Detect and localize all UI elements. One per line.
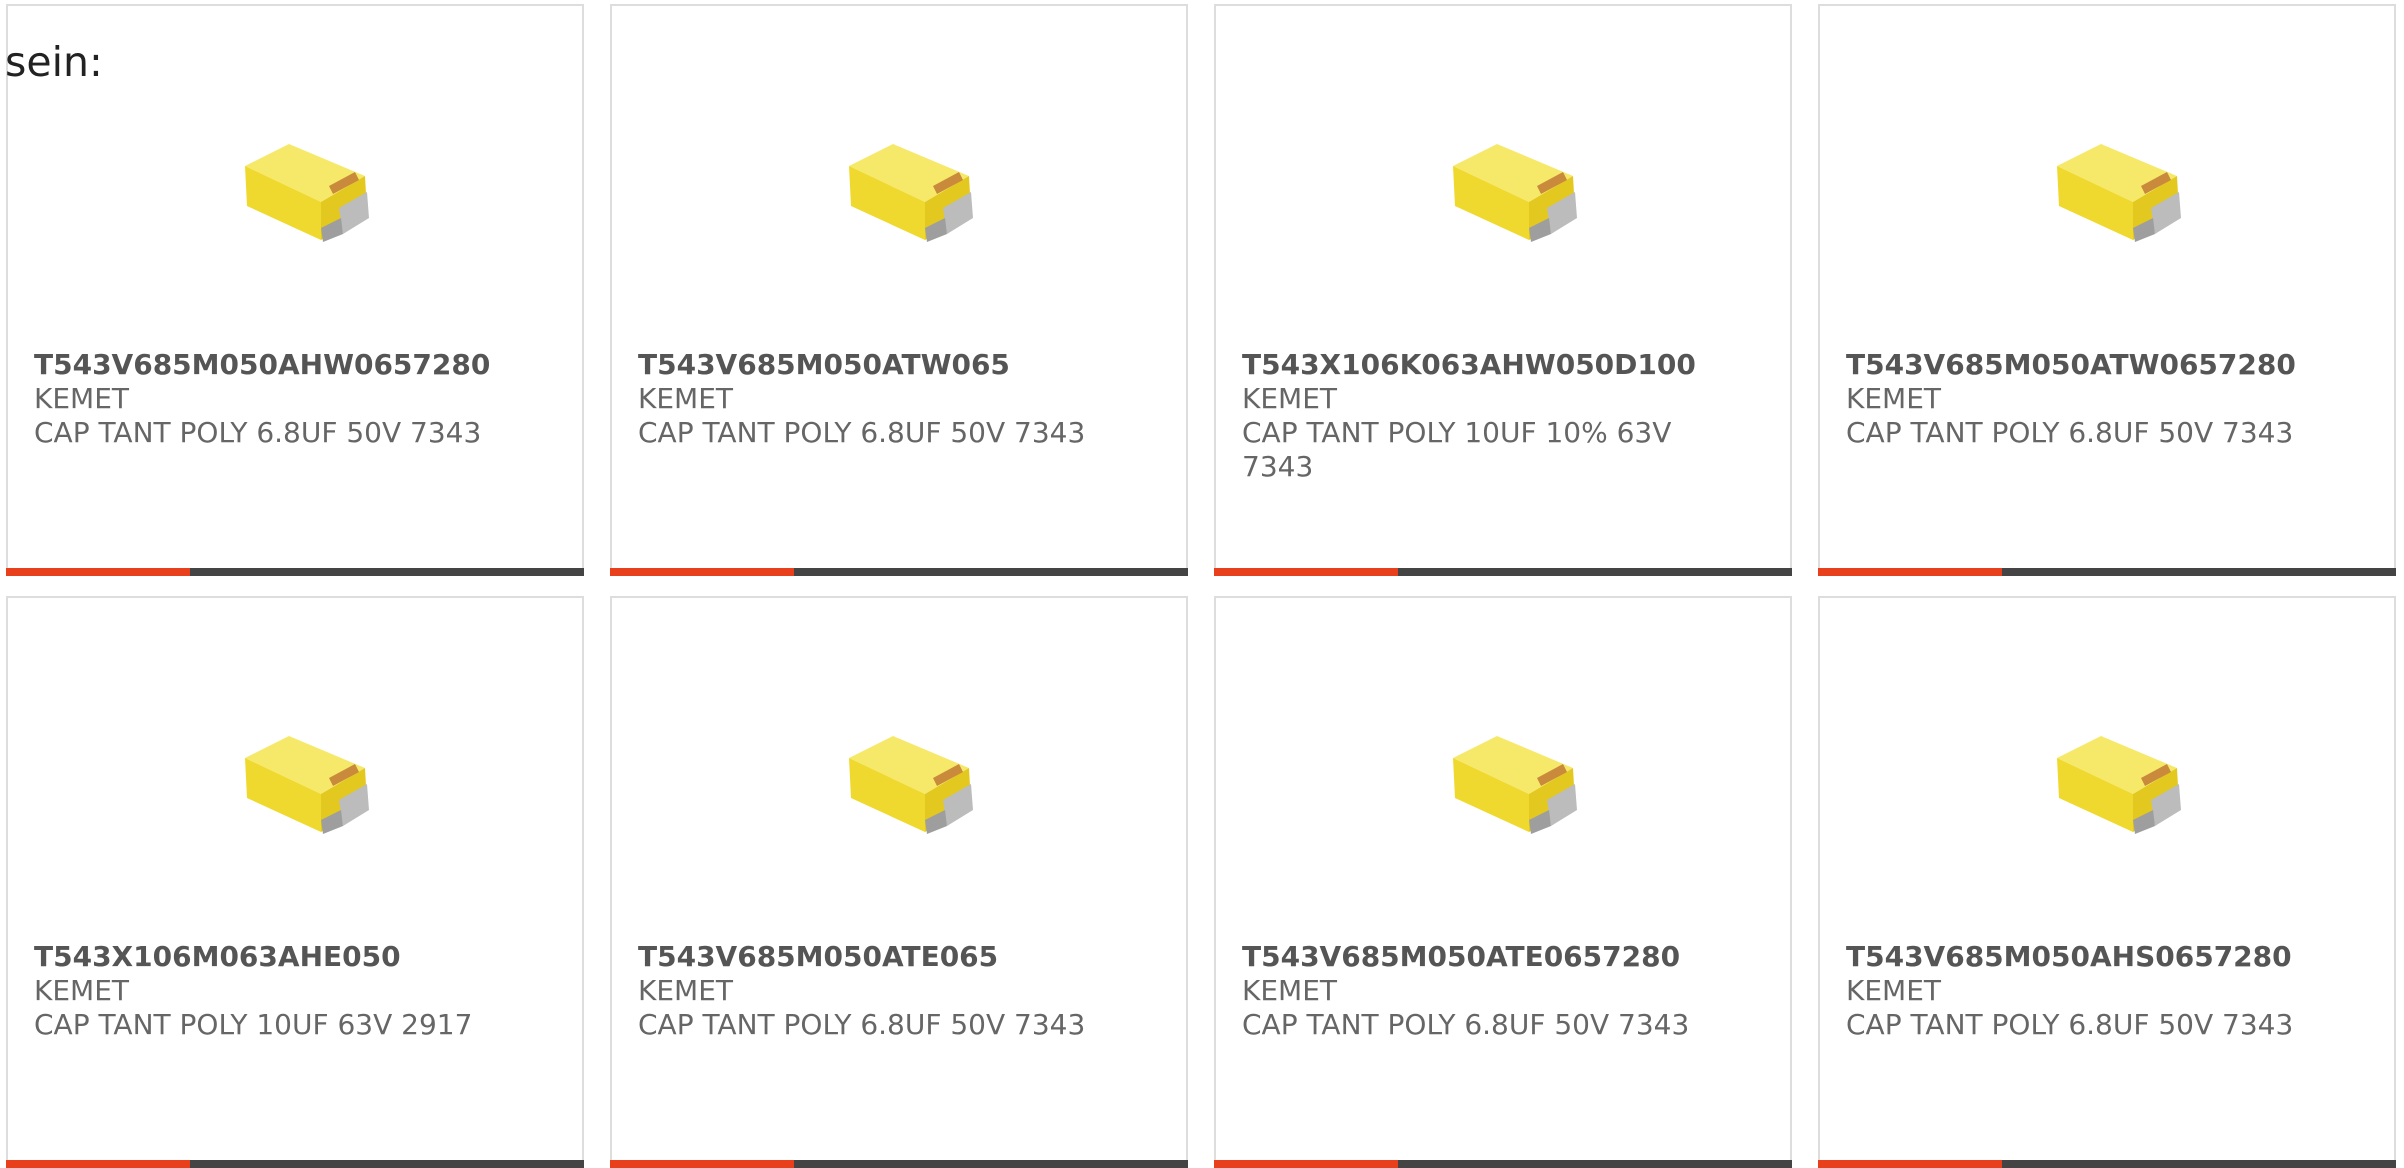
product-info: T543V685M050AHS0657280 KEMET CAP TANT PO… (1846, 940, 2316, 1042)
product-part-number[interactable]: T543V685M050AHS0657280 (1846, 940, 2316, 974)
product-manufacturer: KEMET (1242, 974, 1338, 1007)
tantalum-capacitor-icon (245, 144, 369, 242)
product-part-number[interactable]: T543V685M050ATW065 (638, 348, 1108, 382)
product-card[interactable]: T543V685M050ATE0657280 KEMET CAP TANT PO… (1214, 596, 1792, 1168)
card-bar-accent (1214, 1160, 1398, 1168)
product-card[interactable]: T543V685M050AHS0657280 KEMET CAP TANT PO… (1818, 596, 2396, 1168)
product-part-number[interactable]: T543V685M050ATE0657280 (1242, 940, 1712, 974)
product-manufacturer: KEMET (1846, 974, 1942, 1007)
product-card[interactable]: T543V685M050ATW065 KEMET CAP TANT POLY 6… (610, 4, 1188, 576)
product-info: T543X106M063AHE050 KEMET CAP TANT POLY 1… (34, 940, 504, 1042)
card-bottom-bar (1214, 1160, 1792, 1168)
tantalum-capacitor-icon (1453, 736, 1577, 834)
card-bottom-bar (6, 1160, 584, 1168)
product-info: T543V685M050ATE0657280 KEMET CAP TANT PO… (1242, 940, 1712, 1042)
product-info: T543V685M050ATW0657280 KEMET CAP TANT PO… (1846, 348, 2316, 450)
product-card[interactable]: T543V685M050ATE065 KEMET CAP TANT POLY 6… (610, 596, 1188, 1168)
card-bar-accent (6, 1160, 190, 1168)
product-manufacturer: KEMET (34, 974, 130, 1007)
card-bottom-bar (1818, 1160, 2396, 1168)
product-card[interactable]: T543V685M050AHW0657280 KEMET CAP TANT PO… (6, 4, 584, 576)
product-description: CAP TANT POLY 10UF 10% 63V 7343 (1242, 416, 1672, 483)
card-bar-accent (1214, 568, 1398, 576)
card-bottom-bar (610, 568, 1188, 576)
product-manufacturer: KEMET (34, 382, 130, 415)
card-bottom-bar (1818, 568, 2396, 576)
product-manufacturer: KEMET (638, 974, 734, 1007)
product-description: CAP TANT POLY 6.8UF 50V 7343 (638, 416, 1086, 449)
card-bottom-bar (610, 1160, 1188, 1168)
product-card[interactable]: T543X106K063AHW050D100 KEMET CAP TANT PO… (1214, 4, 1792, 576)
product-description: CAP TANT POLY 6.8UF 50V 7343 (1846, 1008, 2294, 1041)
product-info: T543V685M050ATW065 KEMET CAP TANT POLY 6… (638, 348, 1108, 450)
product-manufacturer: KEMET (638, 382, 734, 415)
product-card[interactable]: T543V685M050ATW0657280 KEMET CAP TANT PO… (1818, 4, 2396, 576)
product-part-number[interactable]: T543V685M050AHW0657280 (34, 348, 504, 382)
card-bar-accent (1818, 568, 2002, 576)
tantalum-capacitor-icon (2057, 736, 2181, 834)
product-description: CAP TANT POLY 6.8UF 50V 7343 (1846, 416, 2294, 449)
product-manufacturer: KEMET (1846, 382, 1942, 415)
tantalum-capacitor-icon (849, 736, 973, 834)
product-info: T543X106K063AHW050D100 KEMET CAP TANT PO… (1242, 348, 1712, 484)
product-manufacturer: KEMET (1242, 382, 1338, 415)
product-card[interactable]: T543X106M063AHE050 KEMET CAP TANT POLY 1… (6, 596, 584, 1168)
product-description: CAP TANT POLY 6.8UF 50V 7343 (638, 1008, 1086, 1041)
card-bottom-bar (6, 568, 584, 576)
card-bar-accent (610, 568, 794, 576)
card-bar-accent (1818, 1160, 2002, 1168)
product-info: T543V685M050AHW0657280 KEMET CAP TANT PO… (34, 348, 504, 450)
product-info: T543V685M050ATE065 KEMET CAP TANT POLY 6… (638, 940, 1108, 1042)
card-bar-accent (6, 568, 190, 576)
tantalum-capacitor-icon (245, 736, 369, 834)
tantalum-capacitor-icon (2057, 144, 2181, 242)
card-bottom-bar (1214, 568, 1792, 576)
product-part-number[interactable]: T543X106M063AHE050 (34, 940, 504, 974)
product-part-number[interactable]: T543V685M050ATW0657280 (1846, 348, 2316, 382)
tantalum-capacitor-icon (1453, 144, 1577, 242)
product-part-number[interactable]: T543X106K063AHW050D100 (1242, 348, 1712, 382)
product-description: CAP TANT POLY 10UF 63V 2917 (34, 1008, 473, 1041)
product-description: CAP TANT POLY 6.8UF 50V 7343 (34, 416, 482, 449)
card-bar-accent (610, 1160, 794, 1168)
product-description: CAP TANT POLY 6.8UF 50V 7343 (1242, 1008, 1690, 1041)
intro-text: sein: (5, 38, 103, 86)
tantalum-capacitor-icon (849, 144, 973, 242)
product-part-number[interactable]: T543V685M050ATE065 (638, 940, 1108, 974)
product-grid: T543V685M050AHW0657280 KEMET CAP TANT PO… (6, 4, 2396, 1168)
